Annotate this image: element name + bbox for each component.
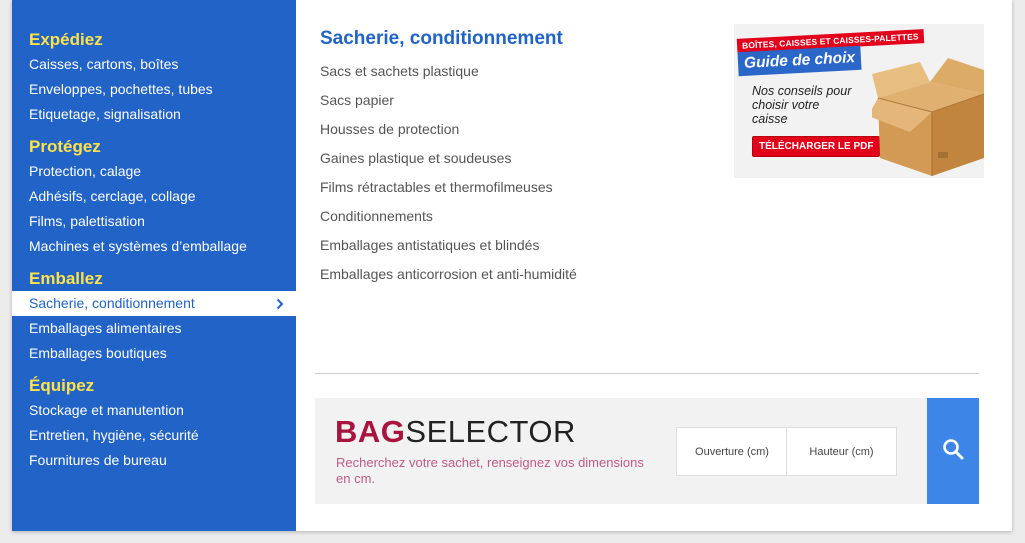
subcategory-link[interactable]: Sacs papier xyxy=(320,86,577,115)
sidebar-item-etiquetage[interactable]: Etiquetage, signalisation xyxy=(12,102,296,127)
logo-selector-text: SELECTOR xyxy=(405,414,576,449)
bag-selector-description: Recherchez votre sachet, renseignez vos … xyxy=(336,455,644,486)
bag-search-button[interactable] xyxy=(927,398,979,504)
sidebar-group-title: Emballez xyxy=(29,269,103,288)
sidebar-item-sacherie[interactable]: Sacherie, conditionnement xyxy=(12,291,296,316)
sidebar-group-title: Protégez xyxy=(29,137,101,156)
sidebar-group-emballez: Emballez Sacherie, conditionnement Embal… xyxy=(12,268,296,366)
cardboard-box-icon xyxy=(868,52,984,178)
bag-selector-logo: BAGSELECTOR xyxy=(335,414,576,450)
subcategory-title[interactable]: Sacherie, conditionnement xyxy=(320,26,577,52)
subcategory-link[interactable]: Sacs et sachets plastique xyxy=(320,57,577,86)
sidebar-group-equipez: Équipez Stockage et manutention Entretie… xyxy=(12,375,296,473)
sidebar-item-protection[interactable]: Protection, calage xyxy=(12,159,296,184)
chevron-right-icon xyxy=(274,291,286,316)
search-icon xyxy=(942,438,964,465)
sidebar-item-machines[interactable]: Machines et systèmes d’emballage xyxy=(12,234,296,259)
sidebar-item-entretien[interactable]: Entretien, hygiène, sécurité xyxy=(12,423,296,448)
height-input[interactable] xyxy=(786,427,897,476)
sidebar-item-films[interactable]: Films, palettisation xyxy=(12,209,296,234)
promo-headline: Guide de choix xyxy=(737,45,862,77)
sidebar-group-protegez: Protégez Protection, calage Adhésifs, ce… xyxy=(12,136,296,259)
sidebar-item-label: Sacherie, conditionnement xyxy=(29,295,195,311)
download-pdf-button[interactable]: TÉLÉCHARGER LE PDF xyxy=(752,136,881,157)
section-divider xyxy=(315,373,979,374)
subcategory-link[interactable]: Emballages anticorrosion et anti-humidit… xyxy=(320,260,577,289)
subcategory-link[interactable]: Films rétractables et thermofilmeuses xyxy=(320,173,577,202)
subcategory-list: Sacherie, conditionnement Sacs et sachet… xyxy=(320,26,577,289)
subcategory-link[interactable]: Gaines plastique et soudeuses xyxy=(320,144,577,173)
subcategory-link[interactable]: Emballages antistatiques et blindés xyxy=(320,231,577,260)
sidebar-item-adhesifs[interactable]: Adhésifs, cerclage, collage xyxy=(12,184,296,209)
mega-menu-panel: Expédiez Caisses, cartons, boîtes Envelo… xyxy=(12,0,1012,531)
sidebar-group-title: Expédiez xyxy=(29,30,103,49)
opening-width-input[interactable] xyxy=(676,427,787,476)
sidebar-item-boutiques[interactable]: Emballages boutiques xyxy=(12,341,296,366)
subcategory-link[interactable]: Housses de protection xyxy=(320,115,577,144)
sidebar-item-caisses[interactable]: Caisses, cartons, boîtes xyxy=(12,52,296,77)
category-sidebar: Expédiez Caisses, cartons, boîtes Envelo… xyxy=(12,0,296,531)
guide-choix-promo-banner[interactable]: BOÎTES, CAISSES ET CAISSES-PALETTES Guid… xyxy=(734,24,984,178)
sidebar-item-alimentaires[interactable]: Emballages alimentaires xyxy=(12,316,296,341)
promo-text: Nos conseils pour choisir votre caisse xyxy=(752,84,852,126)
subcategory-link[interactable]: Conditionnements xyxy=(320,202,577,231)
bag-selector: BAGSELECTOR Recherchez votre sachet, ren… xyxy=(315,398,927,504)
sidebar-item-stockage[interactable]: Stockage et manutention xyxy=(12,398,296,423)
sidebar-group-title: Équipez xyxy=(29,376,95,395)
sidebar-item-fournitures[interactable]: Fournitures de bureau xyxy=(12,448,296,473)
sidebar-group-expediez: Expédiez Caisses, cartons, boîtes Envelo… xyxy=(12,29,296,127)
sidebar-item-enveloppes[interactable]: Enveloppes, pochettes, tubes xyxy=(12,77,296,102)
logo-bag-text: BAG xyxy=(335,414,406,449)
